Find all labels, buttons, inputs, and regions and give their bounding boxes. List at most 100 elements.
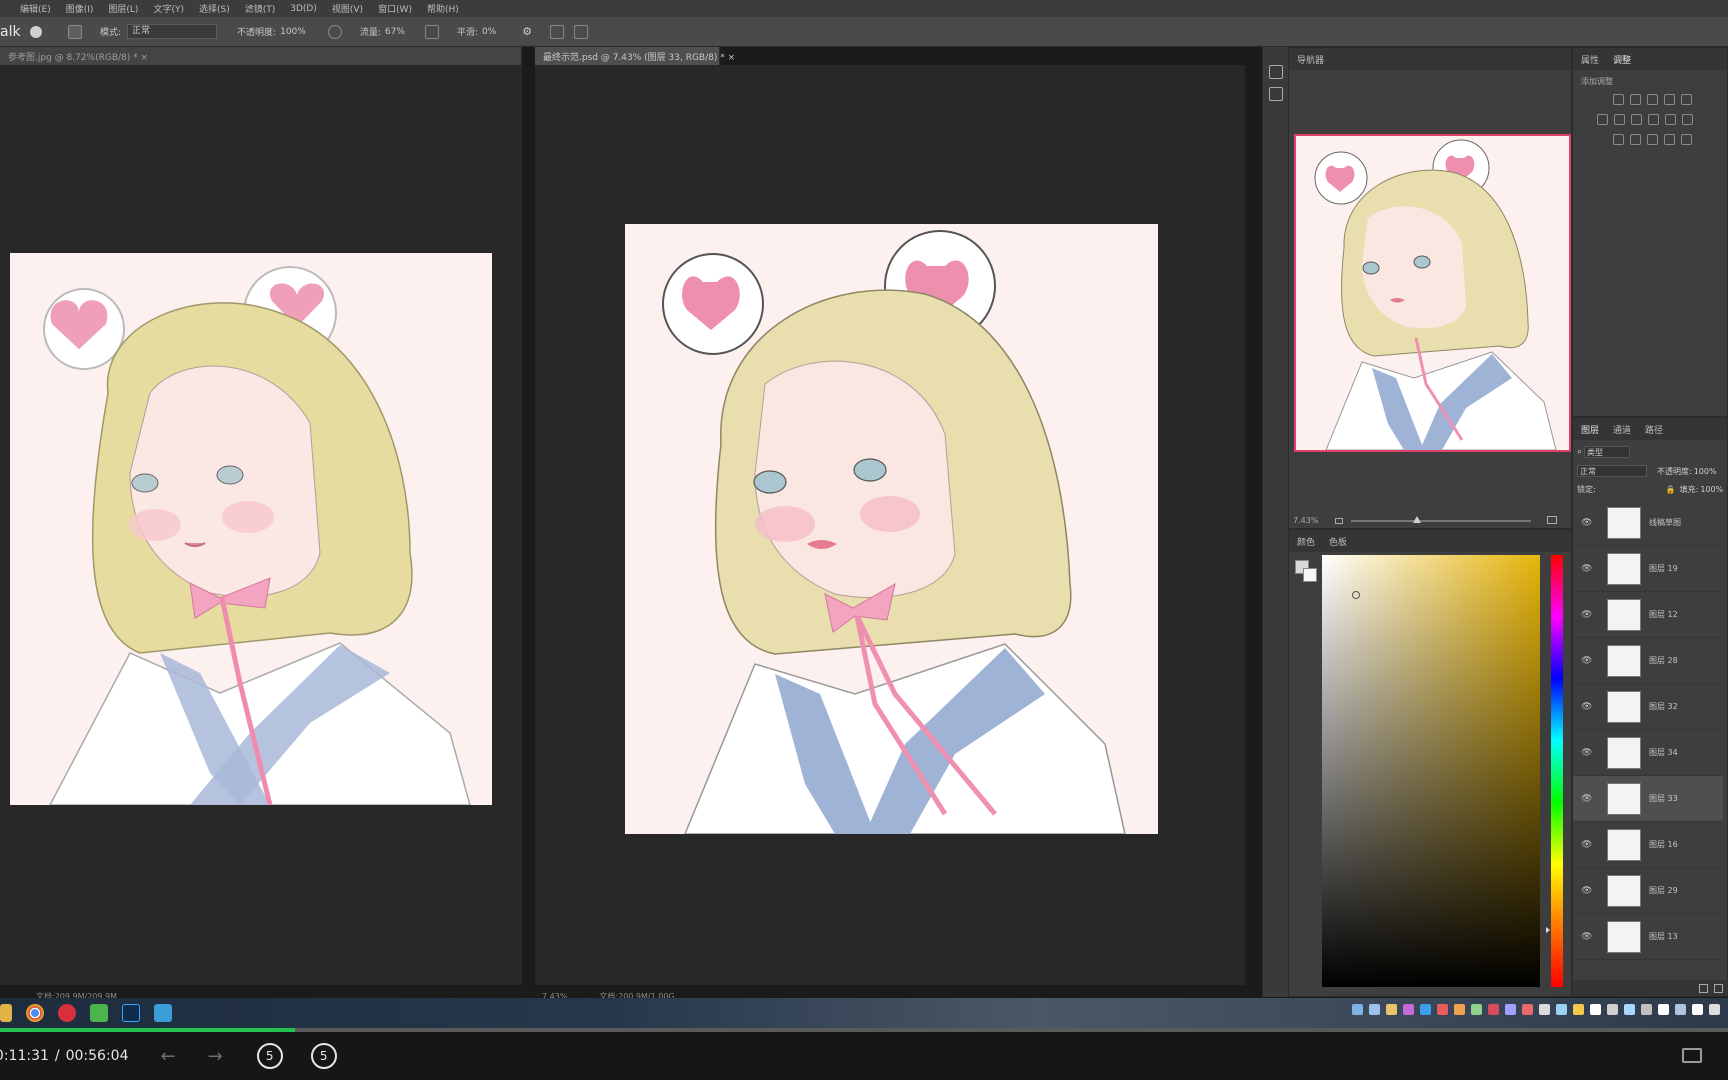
tray-icon[interactable]	[1352, 1004, 1363, 1015]
tray-icon[interactable]	[1709, 1004, 1720, 1015]
layer-row[interactable]: 👁 图层 13	[1573, 914, 1723, 960]
layer-opacity-value[interactable]: 100%	[1694, 467, 1717, 476]
brush-preset-icon[interactable]	[30, 25, 42, 38]
tray-icon[interactable]	[1488, 1004, 1499, 1015]
game-app-icon[interactable]	[90, 1004, 108, 1022]
opacity-value[interactable]: 100%	[280, 27, 306, 37]
layer-row[interactable]: 👁 图层 32	[1573, 684, 1723, 730]
color-field[interactable]	[1322, 555, 1540, 987]
curves-icon[interactable]	[1647, 94, 1658, 105]
color-lookup-icon[interactable]	[1682, 114, 1693, 125]
smooth-value[interactable]: 0%	[482, 27, 496, 37]
visibility-eye-icon[interactable]: 👁	[1581, 702, 1595, 712]
gear-icon[interactable]: ⚙	[522, 25, 532, 38]
tray-icon[interactable]	[1675, 1004, 1686, 1015]
file-explorer-icon[interactable]	[0, 1004, 12, 1022]
menu-item[interactable]: 文字(Y)	[153, 2, 184, 15]
layer-row[interactable]: 👁 图层 16	[1573, 822, 1723, 868]
menu-item[interactable]: 编辑(E)	[20, 2, 51, 15]
exposure-icon[interactable]	[1664, 94, 1675, 105]
tab-channels[interactable]: 通道	[1613, 423, 1631, 436]
visibility-eye-icon[interactable]: 👁	[1581, 610, 1595, 620]
hue-slider-marker[interactable]	[1546, 927, 1550, 933]
fill-value[interactable]: 100%	[1700, 485, 1723, 494]
tray-icon[interactable]	[1437, 1004, 1448, 1015]
channel-mixer-icon[interactable]	[1665, 114, 1676, 125]
flow-value[interactable]: 67%	[385, 27, 405, 37]
menu-item[interactable]: 滤镜(T)	[245, 2, 276, 15]
visibility-eye-icon[interactable]: 👁	[1581, 656, 1595, 666]
vibrance-icon[interactable]	[1681, 94, 1692, 105]
tray-icon[interactable]	[1624, 1004, 1635, 1015]
forward-5s-button[interactable]: 5	[310, 1043, 337, 1069]
zoom-slider-handle[interactable]	[1413, 516, 1421, 523]
visibility-eye-icon[interactable]: 👁	[1581, 518, 1595, 528]
tray-icon[interactable]	[1505, 1004, 1516, 1015]
blend-mode-select[interactable]: 正常	[1577, 465, 1647, 477]
tab-color[interactable]: 颜色	[1297, 535, 1315, 548]
hue-saturation-icon[interactable]	[1597, 114, 1608, 125]
gradient-map-icon[interactable]	[1664, 134, 1675, 145]
mode-select[interactable]: 正常	[127, 24, 218, 39]
tray-icon[interactable]	[1607, 1004, 1618, 1015]
lock-icon[interactable]: 🔒	[1666, 485, 1676, 494]
tray-icon[interactable]	[1403, 1004, 1414, 1015]
menu-item[interactable]: 图层(L)	[108, 2, 138, 15]
visibility-eye-icon[interactable]: 👁	[1581, 932, 1595, 942]
tab-swatches[interactable]: 色板	[1329, 535, 1347, 548]
layer-row[interactable]: 👁 图层 33	[1573, 776, 1723, 822]
netease-music-icon[interactable]	[58, 1004, 76, 1022]
tray-icon[interactable]	[1369, 1004, 1380, 1015]
next-icon[interactable]: →	[208, 1046, 223, 1067]
chrome-icon[interactable]	[26, 1004, 44, 1022]
delete-layer-icon[interactable]	[1714, 983, 1723, 993]
brush-settings-icon[interactable]	[1269, 65, 1283, 79]
photoshop-icon[interactable]	[122, 1004, 140, 1022]
tab-adjustments[interactable]: 调整	[1613, 53, 1631, 66]
menu-item[interactable]: 选择(S)	[199, 2, 230, 15]
new-layer-icon[interactable]	[1699, 983, 1708, 993]
left-document-tab[interactable]: 参考图.jpg @ 8.72%(RGB/8) * ×	[0, 47, 522, 65]
invert-icon[interactable]	[1613, 134, 1624, 145]
search-icon[interactable]: ⌕	[1577, 447, 1582, 457]
pressure-opacity-icon[interactable]	[327, 24, 342, 39]
layer-filter-select[interactable]: 类型	[1584, 446, 1631, 458]
layer-row[interactable]: 👁 图层 29	[1573, 868, 1723, 914]
selective-color-icon[interactable]	[1681, 134, 1692, 145]
menu-item[interactable]: 视图(V)	[332, 2, 363, 15]
hue-slider[interactable]	[1546, 555, 1563, 987]
navigator-title[interactable]: 导航器	[1297, 53, 1324, 66]
layer-row[interactable]: 👁 图层 28	[1573, 638, 1723, 684]
zoom-out-icon[interactable]	[1335, 518, 1343, 524]
rewind-5s-button[interactable]: 5	[256, 1043, 283, 1069]
color-balance-icon[interactable]	[1614, 114, 1625, 125]
menu-item[interactable]: 帮助(H)	[427, 2, 459, 15]
brush-panel-icon[interactable]	[68, 24, 82, 39]
navigator-preview[interactable]	[1294, 134, 1571, 452]
tray-icon[interactable]	[1454, 1004, 1465, 1015]
airbrush-icon[interactable]	[424, 24, 439, 39]
visibility-eye-icon[interactable]: 👁	[1581, 748, 1595, 758]
tray-icon[interactable]	[1658, 1004, 1669, 1015]
tab-layers[interactable]: 图层	[1581, 423, 1599, 436]
posterize-icon[interactable]	[1630, 134, 1641, 145]
visibility-eye-icon[interactable]: 👁	[1581, 564, 1595, 574]
layer-row[interactable]: 👁 图层 19	[1573, 546, 1723, 592]
photo-filter-icon[interactable]	[1648, 114, 1659, 125]
visibility-eye-icon[interactable]: 👁	[1581, 794, 1595, 804]
black-white-icon[interactable]	[1631, 114, 1642, 125]
visibility-eye-icon[interactable]: 👁	[1581, 840, 1595, 850]
right-document-tab[interactable]: 最终示范.psd @ 7.43% (图层 33, RGB/8) * ×	[535, 47, 735, 65]
brightness-contrast-icon[interactable]	[1613, 94, 1624, 105]
brush-presets-icon[interactable]	[1269, 87, 1283, 101]
tray-icon[interactable]	[1556, 1004, 1567, 1015]
tab-properties[interactable]: 属性	[1581, 53, 1599, 66]
threshold-icon[interactable]	[1647, 134, 1658, 145]
zoom-slider[interactable]	[1351, 516, 1531, 523]
previous-icon[interactable]: ←	[161, 1046, 176, 1067]
tray-icon[interactable]	[1539, 1004, 1550, 1015]
tray-icon[interactable]	[1420, 1004, 1431, 1015]
symmetry-icon[interactable]	[574, 24, 589, 39]
menu-item[interactable]: 3D(D)	[290, 4, 317, 14]
navigator-zoom-readout[interactable]: 7.43%	[1293, 516, 1318, 525]
